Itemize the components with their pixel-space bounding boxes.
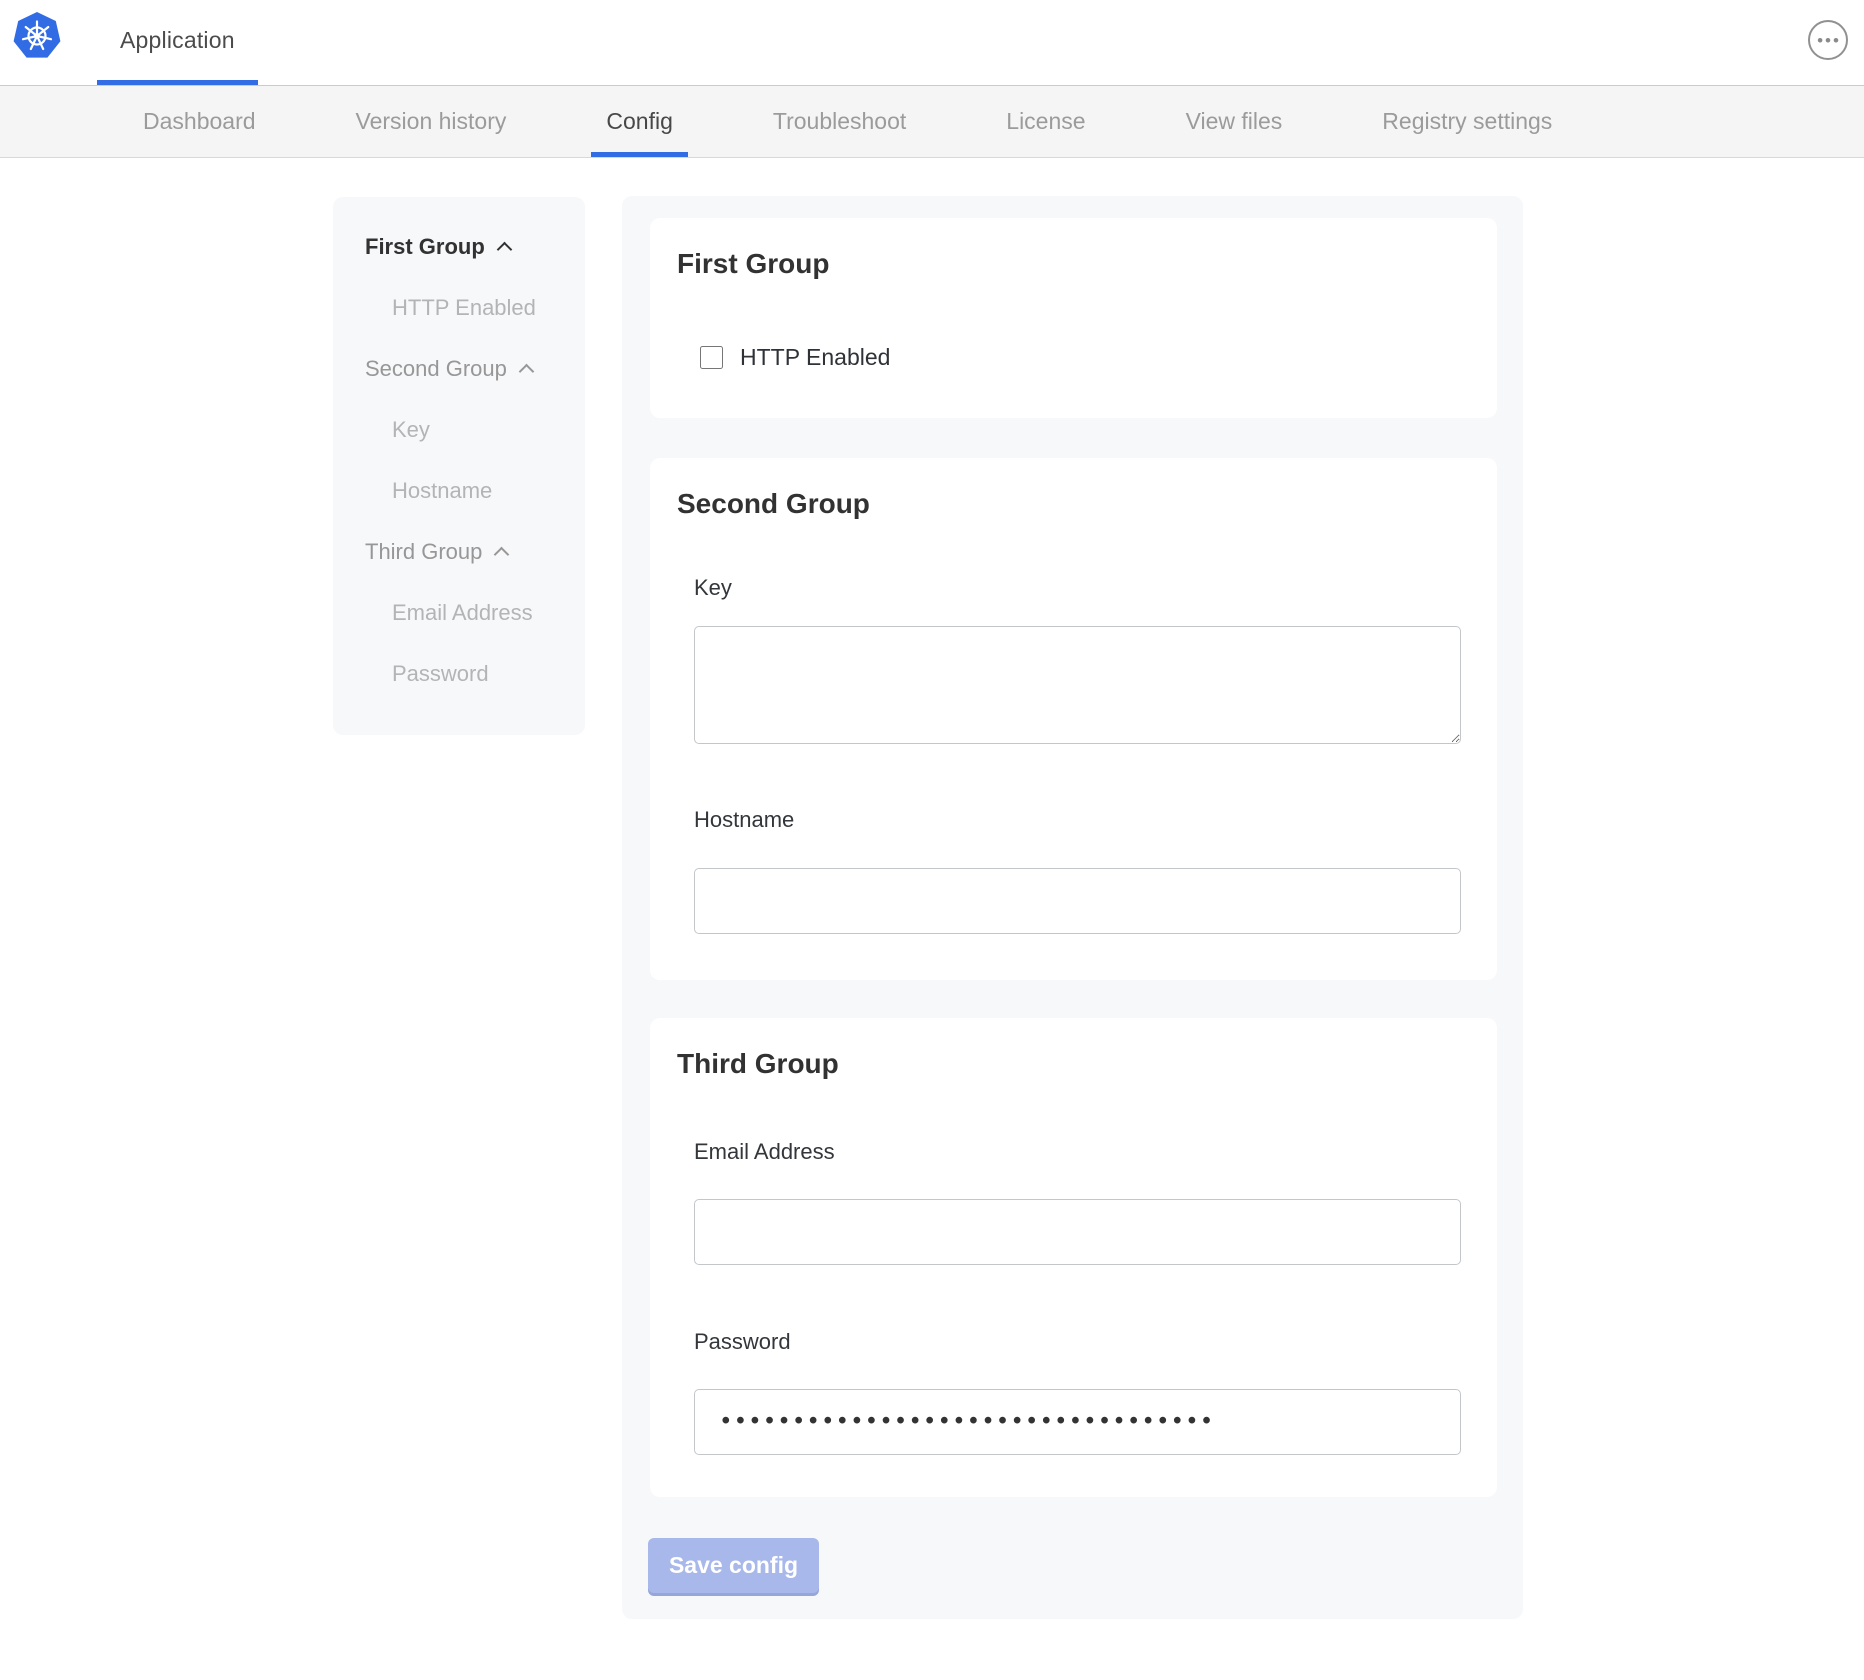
app-nav-bar: Dashboard Version history Config Trouble… (0, 85, 1864, 158)
config-page-content: First Group HTTP Enabled Second Group Ke… (0, 158, 1864, 1680)
nav-tab-registry-settings[interactable]: Registry settings (1367, 86, 1567, 157)
chevron-up-icon (494, 547, 510, 563)
password-input[interactable] (694, 1389, 1461, 1455)
config-sidebar: First Group HTTP Enabled Second Group Ke… (333, 197, 585, 735)
sidebar-group-second-group[interactable]: Second Group (333, 338, 585, 399)
password-field-label: Password (694, 1329, 791, 1355)
kubernetes-logo-icon (12, 10, 62, 60)
http-enabled-checkbox[interactable] (700, 346, 723, 369)
sidebar-item-password[interactable]: Password (333, 643, 585, 704)
sidebar-item-email-address[interactable]: Email Address (333, 582, 585, 643)
ellipsis-icon: ••• (1815, 32, 1841, 49)
sidebar-item-label: HTTP Enabled (392, 295, 536, 321)
tab-application-label: Application (120, 27, 235, 54)
sidebar-group-label: First Group (365, 234, 485, 260)
tab-application[interactable]: Application (97, 0, 258, 85)
sidebar-item-label: Password (392, 661, 489, 687)
sidebar-group-first-group[interactable]: First Group (333, 216, 585, 277)
nav-tab-license[interactable]: License (991, 86, 1100, 157)
sidebar-item-key[interactable]: Key (333, 399, 585, 460)
sidebar-group-third-group[interactable]: Third Group (333, 521, 585, 582)
config-group-card-third: Third Group Email Address Password (650, 1018, 1497, 1497)
email-address-input[interactable] (694, 1199, 1461, 1265)
http-enabled-checkbox-row[interactable]: HTTP Enabled (700, 344, 890, 371)
config-group-card-second: Second Group Key Hostname (650, 458, 1497, 980)
nav-tab-view-files[interactable]: View files (1171, 86, 1298, 157)
config-form-panel: First Group HTTP Enabled Second Group Ke… (622, 196, 1523, 1619)
group-title-third: Third Group (677, 1048, 839, 1080)
nav-tab-troubleshoot[interactable]: Troubleshoot (758, 86, 921, 157)
key-textarea[interactable] (694, 626, 1461, 744)
sidebar-group-label: Second Group (365, 356, 507, 382)
more-menu-button[interactable]: ••• (1808, 20, 1848, 60)
config-group-card-first: First Group HTTP Enabled (650, 218, 1497, 418)
sidebar-item-label: Hostname (392, 478, 492, 504)
sidebar-item-http-enabled[interactable]: HTTP Enabled (333, 277, 585, 338)
hostname-field-label: Hostname (694, 807, 794, 833)
save-config-button[interactable]: Save config (648, 1538, 819, 1593)
hostname-input[interactable] (694, 868, 1461, 934)
sidebar-group-label: Third Group (365, 539, 482, 565)
group-title-first: First Group (677, 248, 829, 280)
app-header: Application ••• (0, 0, 1864, 85)
kots-admin-console: Application ••• Dashboard Version histor… (0, 0, 1864, 1680)
sidebar-item-label: Key (392, 417, 430, 443)
nav-tab-config[interactable]: Config (591, 86, 687, 157)
sidebar-item-hostname[interactable]: Hostname (333, 460, 585, 521)
chevron-up-icon (519, 364, 535, 380)
http-enabled-checkbox-label: HTTP Enabled (740, 344, 890, 371)
nav-tab-dashboard[interactable]: Dashboard (128, 86, 271, 157)
sidebar-item-label: Email Address (392, 600, 533, 626)
nav-tab-version-history[interactable]: Version history (341, 86, 522, 157)
chevron-up-icon (497, 242, 513, 258)
key-field-label: Key (694, 575, 732, 601)
group-title-second: Second Group (677, 488, 870, 520)
email-address-field-label: Email Address (694, 1139, 835, 1165)
